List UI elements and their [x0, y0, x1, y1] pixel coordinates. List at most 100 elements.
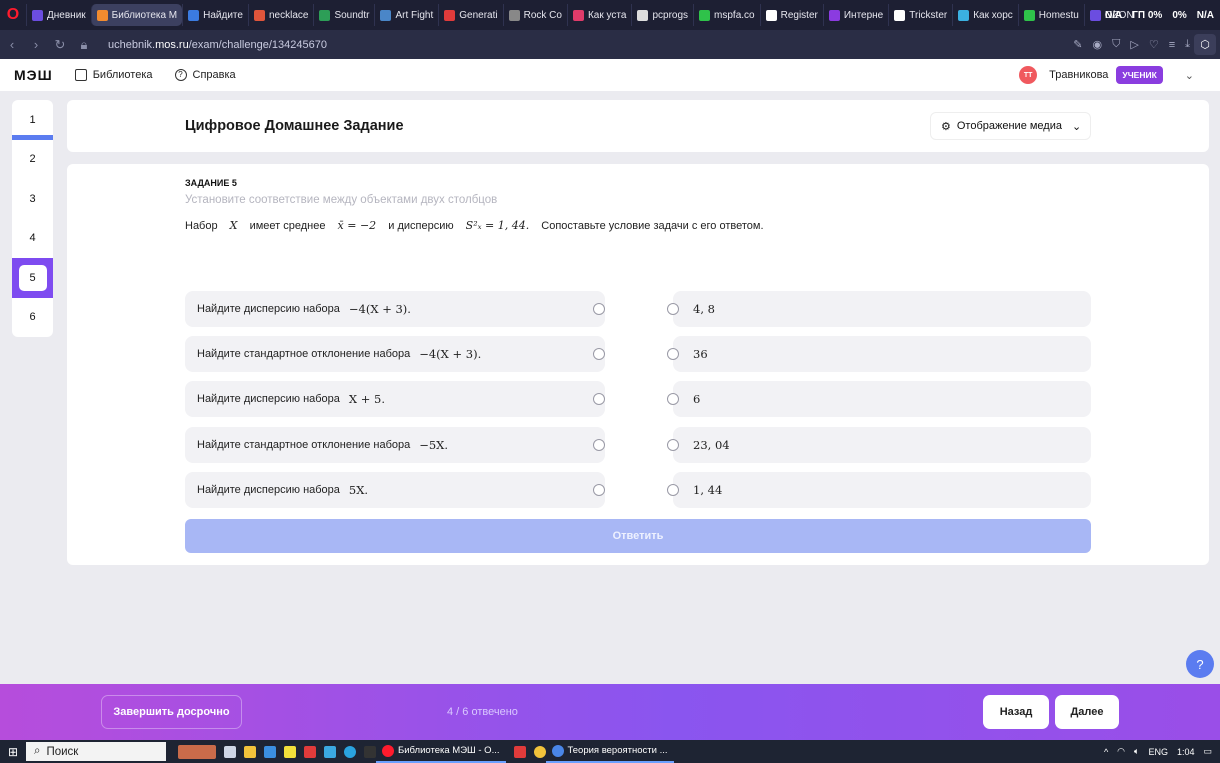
tab-label: Интерне — [843, 9, 884, 21]
browser-tab[interactable]: Rock Co — [502, 4, 567, 26]
menu-icon[interactable]: ≡ — [1169, 39, 1175, 51]
question-nav-item[interactable]: 6 — [12, 298, 53, 338]
match-right-item[interactable]: 4, 8 — [667, 291, 1091, 327]
telegram-icon[interactable] — [344, 745, 356, 758]
app-icon[interactable] — [513, 745, 526, 758]
connector-radio[interactable] — [667, 348, 679, 361]
question-nav-item[interactable]: 4 — [12, 219, 53, 259]
connector-radio[interactable] — [667, 483, 679, 496]
chrome-icon[interactable] — [533, 745, 546, 758]
browser-tab[interactable]: Найдите — [182, 4, 248, 26]
chevron-down-icon[interactable]: ⌄ — [1185, 69, 1194, 82]
browser-tab[interactable]: pcprogs — [631, 4, 693, 26]
question-nav-item[interactable]: 1 — [12, 100, 53, 140]
camera-icon[interactable]: ◉ — [1093, 38, 1103, 51]
opera-logo-icon[interactable]: O — [0, 0, 26, 30]
math-expression: 6 — [693, 392, 701, 407]
match-item-text: Найдите дисперсию набора — [197, 303, 340, 315]
tab-label: Дневник — [47, 9, 86, 21]
network-icon[interactable]: ◠ — [1117, 746, 1125, 757]
windows-start-icon[interactable]: ⊞ — [0, 740, 26, 763]
browser-tab[interactable]: Интерне — [822, 4, 888, 26]
user-menu[interactable]: ТТ Травникова УЧЕНИК ⌄ — [1019, 59, 1194, 91]
browser-tab[interactable]: Art Fight — [374, 4, 438, 26]
app-icon[interactable] — [264, 745, 276, 758]
user-name: Травникова — [1049, 69, 1109, 81]
help-link[interactable]: ? Справка — [174, 69, 236, 81]
app-icon[interactable] — [364, 745, 376, 758]
question-number: 3 — [29, 192, 36, 205]
next-button[interactable]: Далее — [1055, 695, 1119, 729]
url-field[interactable]: uchebnik.mos.ru/exam/challenge/134245670 — [108, 39, 327, 51]
connector-radio[interactable] — [593, 348, 605, 361]
forward-arrow-icon[interactable]: › — [24, 30, 48, 59]
match-left-item[interactable]: Найдите дисперсию набора −4(X + 3). — [185, 291, 605, 327]
browser-tab[interactable]: Как хорс — [952, 4, 1018, 26]
library-link[interactable]: Библиотека — [74, 69, 153, 81]
media-display-button[interactable]: ⚙︎ Отображение медиа ⌄ — [930, 112, 1091, 140]
edit-icon[interactable]: ✎ — [1073, 38, 1082, 51]
notification-icon[interactable]: ▭ — [1203, 746, 1212, 757]
question-nav-item[interactable]: 2 — [12, 140, 53, 180]
back-arrow-icon[interactable]: ‹ — [0, 30, 24, 59]
taskbar-app-opera[interactable]: Библиотека МЭШ - О... — [376, 740, 506, 763]
match-left-item[interactable]: Найдите дисперсию набора 5X. — [185, 471, 605, 508]
connector-radio[interactable] — [593, 483, 605, 496]
browser-tab[interactable]: Register — [759, 4, 823, 26]
match-right-item[interactable]: 1, 44 — [667, 471, 1091, 508]
shield-icon[interactable]: ⛉ — [1112, 38, 1120, 51]
role-badge: УЧЕНИК — [1116, 66, 1163, 84]
app-icon[interactable] — [284, 745, 296, 758]
browser-tab[interactable]: Trickster — [888, 4, 952, 26]
browser-tab[interactable]: Soundtr — [313, 4, 374, 26]
connector-radio[interactable] — [593, 438, 605, 451]
task-instruction: Установите соответствие между объектами … — [185, 194, 498, 206]
math-expression: X + 5. — [348, 392, 386, 407]
clock[interactable]: 1:04 — [1177, 747, 1195, 757]
mail-icon[interactable] — [324, 745, 336, 758]
download-icon[interactable]: ⤓ — [1185, 38, 1190, 51]
back-button[interactable]: Назад — [983, 695, 1049, 729]
play-icon[interactable]: ▷ — [1130, 38, 1138, 51]
match-left-item[interactable]: Найдите дисперсию набора X + 5. — [185, 381, 605, 418]
finish-early-button[interactable]: Завершить досрочно — [101, 695, 242, 729]
folder-icon[interactable] — [244, 745, 256, 758]
language-indicator[interactable]: ENG — [1148, 747, 1168, 757]
reload-icon[interactable]: ↻ — [48, 30, 72, 59]
profile-icon[interactable]: ⬡ — [1194, 34, 1216, 55]
math-expression: −4(X + 3). — [348, 302, 411, 316]
taskbar-app-chrome[interactable]: Теория вероятности ... — [545, 740, 674, 763]
yandex-icon[interactable] — [304, 745, 316, 758]
help-button[interactable]: ? — [1186, 650, 1214, 678]
browser-tab[interactable]: Homestu — [1017, 4, 1084, 26]
connector-radio[interactable] — [593, 393, 605, 406]
volume-icon[interactable]: 🔈︎ — [1134, 746, 1139, 757]
browser-tab[interactable]: Generati — [438, 4, 502, 26]
browser-tab[interactable]: Дневник — [26, 4, 91, 26]
connector-radio[interactable] — [593, 303, 605, 315]
match-right-item[interactable]: 23, 04 — [667, 426, 1091, 463]
taskbar-search[interactable]: ⌕ Поиск — [26, 742, 166, 761]
search-label: Поиск — [46, 745, 79, 758]
browser-tab[interactable]: Как уста — [566, 4, 631, 26]
match-right-item[interactable]: 6 — [667, 381, 1091, 418]
match-right-item[interactable]: 36 — [667, 336, 1091, 373]
question-nav-item[interactable]: 3 — [12, 179, 53, 219]
connector-radio[interactable] — [667, 303, 679, 315]
tab-favicon-icon — [699, 9, 711, 21]
match-item-text: Найдите дисперсию набора — [197, 483, 340, 496]
browser-tab[interactable]: necklace — [247, 4, 313, 26]
connector-radio[interactable] — [667, 438, 679, 451]
heart-icon[interactable]: ♡ — [1149, 38, 1159, 51]
browser-tab[interactable]: Библиотека М — [90, 4, 183, 26]
mesh-logo[interactable]: МЭШ — [14, 67, 53, 83]
match-left-item[interactable]: Найдите стандартное отклонение набора −4(… — [185, 336, 605, 373]
connector-radio[interactable] — [667, 393, 679, 406]
task-view-icon[interactable] — [224, 745, 236, 758]
weather-widget-icon[interactable] — [178, 744, 216, 759]
tray-expand-icon[interactable]: ^ — [1104, 747, 1108, 757]
question-nav-item[interactable]: 5 — [12, 258, 53, 298]
match-left-item[interactable]: Найдите стандартное отклонение набора −5X… — [185, 426, 605, 463]
answer-button[interactable]: Ответить — [185, 519, 1091, 553]
browser-tab[interactable]: mspfa.co — [693, 4, 760, 26]
